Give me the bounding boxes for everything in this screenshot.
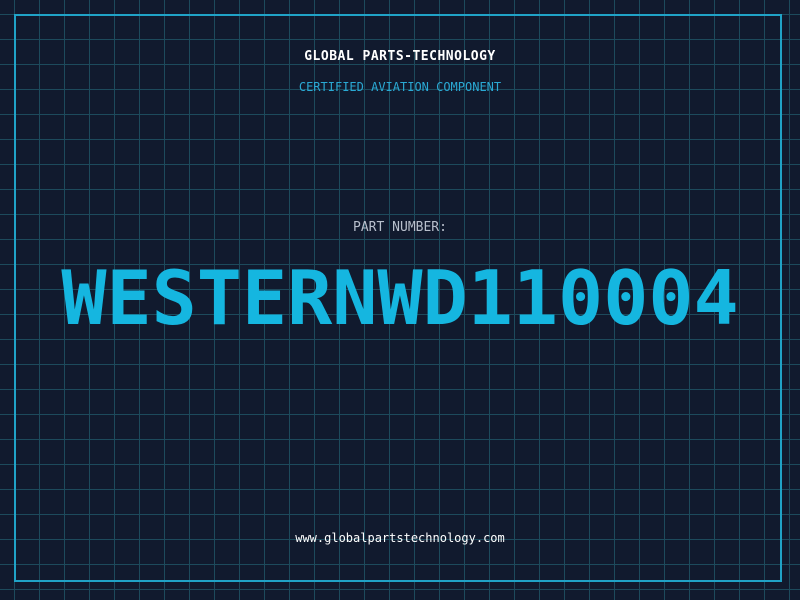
- part-number-label: PART NUMBER:: [353, 220, 447, 235]
- certification-subtitle: CERTIFIED AVIATION COMPONENT: [298, 80, 502, 94]
- company-name: GLOBAL PARTS-TECHNOLOGY: [304, 49, 496, 64]
- part-number-value: WESTERNWD110004: [61, 254, 739, 342]
- website-url: www.globalpartstechnology.com: [295, 531, 505, 545]
